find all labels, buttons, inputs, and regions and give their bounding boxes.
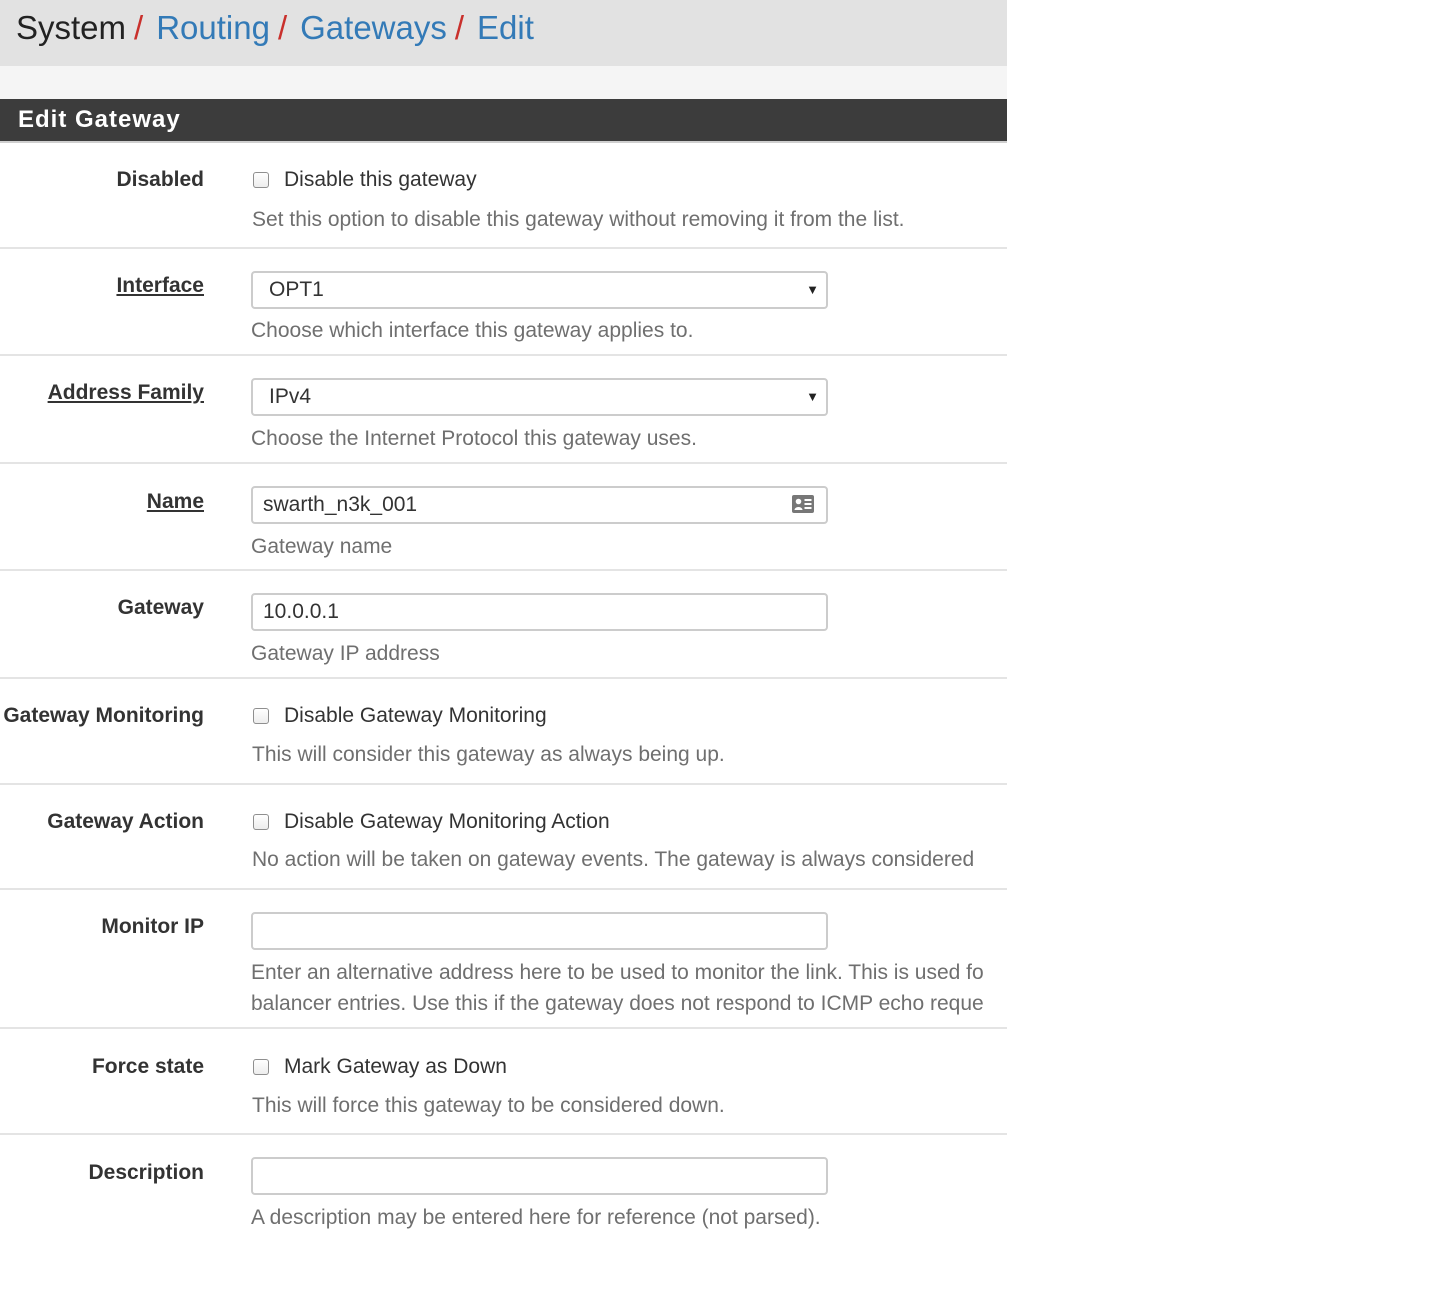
description-help-text: A description may be entered here for re… — [251, 1206, 821, 1229]
disable-gateway-monitoring-checkbox[interactable] — [253, 708, 269, 724]
force-state-help-text: This will force this gateway to be consi… — [252, 1094, 725, 1117]
disable-gateway-checkbox[interactable] — [253, 172, 269, 188]
interface-label[interactable]: Interface — [116, 273, 204, 299]
form-row-name: Name swarth_n3k_001 Gateway name — [0, 464, 1007, 571]
breadcrumb-system: System — [16, 9, 127, 46]
interface-help-text: Choose which interface this gateway appl… — [251, 319, 694, 342]
contact-card-icon — [792, 495, 814, 513]
breadcrumb-separator: / — [134, 9, 144, 46]
form-row-gateway: Gateway 10.0.0.1 Gateway IP address — [0, 571, 1007, 679]
gateway-action-label: Gateway Action — [47, 810, 204, 833]
name-input[interactable]: swarth_n3k_001 — [251, 486, 828, 524]
disable-gateway-checkbox-label[interactable]: Disable this gateway — [284, 167, 477, 193]
gateway-action-help-text: No action will be taken on gateway event… — [252, 848, 975, 871]
monitor-ip-input[interactable] — [251, 912, 828, 950]
mark-gateway-down-checkbox[interactable] — [253, 1059, 269, 1075]
breadcrumb-routing-link[interactable]: Routing — [156, 9, 270, 46]
address-family-label[interactable]: Address Family — [48, 380, 204, 406]
address-family-select[interactable]: IPv4 ▼ — [251, 378, 828, 416]
name-label[interactable]: Name — [147, 489, 204, 515]
disabled-help-text: Set this option to disable this gateway … — [252, 208, 905, 231]
page-frame: System / Routing / Gateways / Edit Edit Gatewa… — [0, 0, 1007, 1293]
disabled-label: Disabled — [116, 168, 204, 191]
address-family-selected-value: IPv4 — [269, 385, 312, 408]
gateway-monitoring-label: Gateway Monitoring — [3, 704, 204, 727]
force-state-label: Force state — [91, 1055, 204, 1078]
mark-gateway-down-checkbox-label[interactable]: Mark Gateway as Down — [284, 1054, 507, 1080]
monitor-ip-help-text-line2: balancer entries. Use this if the gatewa… — [251, 992, 984, 1015]
caret-down-icon: ▼ — [806, 282, 819, 297]
monitor-ip-help-text-line1: Enter an alternative address here to be … — [251, 961, 984, 984]
gateway-help-text: Gateway IP address — [251, 642, 440, 665]
form-row-monitor-ip: Monitor IP Enter an alternative address … — [0, 890, 1007, 1029]
gateway-label: Gateway — [117, 596, 204, 619]
breadcrumb: System / Routing / Gateways / Edit — [16, 8, 534, 48]
form-row-gateway-monitoring: Gateway Monitoring Disable Gateway Monit… — [0, 679, 1007, 785]
form-row-interface: Interface OPT1 ▼ Choose which interface … — [0, 249, 1007, 356]
description-input[interactable] — [251, 1157, 828, 1195]
disable-gateway-monitoring-checkbox-label[interactable]: Disable Gateway Monitoring — [284, 703, 547, 729]
panel-heading: Edit Gateway — [0, 99, 1007, 143]
gateway-ip-value: 10.0.0.1 — [263, 600, 339, 623]
form-row-gateway-action: Gateway Action Disable Gateway Monitorin… — [0, 785, 1007, 890]
breadcrumb-bar: System / Routing / Gateways / Edit — [0, 0, 1007, 66]
breadcrumb-edit-link[interactable]: Edit — [477, 9, 534, 46]
header-spacer — [0, 66, 1007, 99]
breadcrumb-separator: / — [454, 9, 465, 46]
caret-down-icon: ▼ — [806, 389, 819, 404]
panel-title: Edit Gateway — [18, 106, 181, 133]
monitor-ip-label: Monitor IP — [101, 915, 204, 938]
gateway-ip-input[interactable]: 10.0.0.1 — [251, 593, 828, 631]
form-row-disabled: Disabled Disable this gateway Set this o… — [0, 143, 1007, 249]
disable-gateway-monitoring-action-checkbox-label[interactable]: Disable Gateway Monitoring Action — [284, 809, 610, 835]
name-help-text: Gateway name — [251, 535, 393, 558]
disable-gateway-monitoring-action-checkbox[interactable] — [253, 814, 269, 830]
interface-selected-value: OPT1 — [269, 278, 324, 301]
form-row-address-family: Address Family IPv4 ▼ Choose the Interne… — [0, 356, 1007, 464]
description-label: Description — [88, 1161, 204, 1184]
form-row-force-state: Force state Mark Gateway as Down This wi… — [0, 1029, 1007, 1135]
name-input-value: swarth_n3k_001 — [263, 493, 418, 516]
address-family-help-text: Choose the Internet Protocol this gatewa… — [251, 427, 697, 450]
breadcrumb-separator: / — [277, 9, 288, 46]
interface-select[interactable]: OPT1 ▼ — [251, 271, 828, 309]
form-row-description: Description A description may be entered… — [0, 1135, 1007, 1255]
gateway-monitoring-help-text: This will consider this gateway as alway… — [252, 743, 725, 766]
breadcrumb-gateways-link[interactable]: Gateways — [300, 9, 447, 46]
